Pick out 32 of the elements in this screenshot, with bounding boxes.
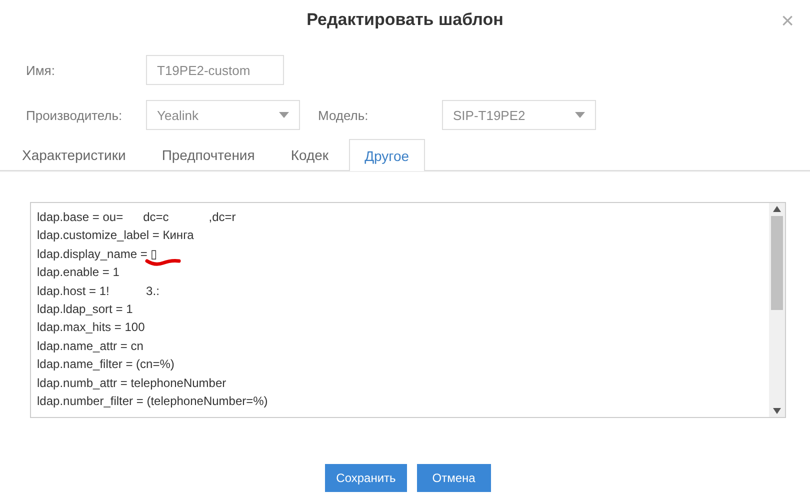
tab[interactable]: Другое	[348, 139, 426, 171]
caret-icon	[575, 112, 585, 118]
scroll-down-icon	[773, 408, 781, 414]
field-label: Производитель:	[26, 108, 124, 122]
config-line: ldap.number_filter = (telephoneNumber=%)	[37, 393, 268, 410]
caret-icon	[279, 112, 289, 118]
config-line: ldap.ldap_sort = 1	[37, 301, 133, 318]
scrollbar[interactable]	[769, 203, 785, 417]
config-line: ldap.display_name = ▯	[37, 246, 158, 263]
tab[interactable]: Кодек	[274, 139, 345, 170]
config-line: ldap.base = ou= dc=c ,dc=r	[37, 209, 236, 226]
scroll-up-icon	[773, 206, 781, 212]
tab[interactable]: Характеристики	[6, 139, 142, 170]
scrollbar-thumb[interactable]	[771, 216, 783, 310]
config-text-area[interactable]	[30, 202, 786, 418]
config-line: ldap.max_hits = 100	[37, 319, 145, 336]
close-button[interactable]: ×	[777, 8, 798, 34]
select-dropdown[interactable]: Yealink	[146, 100, 300, 130]
config-line: ldap.name_attr = cn	[37, 338, 144, 355]
config-line: ldap.numb_attr = telephoneNumber	[37, 374, 226, 392]
cancel-button[interactable]: Отмена	[416, 464, 491, 492]
save-button[interactable]: Сохранить	[325, 464, 407, 492]
tab[interactable]: Предпочтения	[146, 139, 271, 170]
field-label: Имя:	[26, 62, 56, 78]
field-label: Модель:	[318, 108, 370, 122]
name-field[interactable]: T19PE2-custom	[146, 55, 284, 85]
config-line: ldap.enable = 1	[37, 264, 120, 282]
config-line: ldap.host = 1! 3.:	[37, 282, 160, 300]
dialog-title: Редактировать шаблон	[306, 10, 504, 30]
config-line: ldap.name_filter = (cn=%)	[37, 356, 174, 374]
config-line: ldap.customize_label = Кинга	[37, 227, 194, 244]
select-dropdown[interactable]: SIP-T19PE2	[442, 100, 596, 130]
